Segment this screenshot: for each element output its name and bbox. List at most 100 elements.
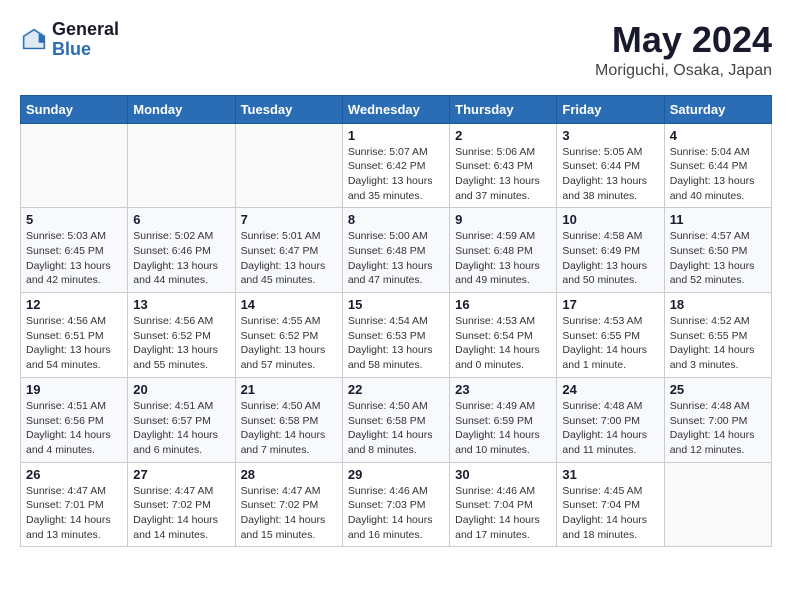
calendar-cell: 15 Sunrise: 4:54 AM Sunset: 6:53 PM Dayli… bbox=[342, 293, 449, 378]
day-info: Sunrise: 4:57 AM Sunset: 6:50 PM Dayligh… bbox=[670, 229, 766, 288]
day-number: 30 bbox=[455, 467, 551, 482]
day-number: 24 bbox=[562, 382, 658, 397]
logo-text: General Blue bbox=[52, 20, 119, 60]
day-info: Sunrise: 4:46 AM Sunset: 7:04 PM Dayligh… bbox=[455, 484, 551, 543]
calendar-cell: 9 Sunrise: 4:59 AM Sunset: 6:48 PM Daylig… bbox=[450, 208, 557, 293]
calendar-cell: 10 Sunrise: 4:58 AM Sunset: 6:49 PM Dayli… bbox=[557, 208, 664, 293]
day-number: 28 bbox=[241, 467, 337, 482]
day-number: 18 bbox=[670, 297, 766, 312]
calendar-cell bbox=[21, 123, 128, 208]
location: Moriguchi, Osaka, Japan bbox=[595, 62, 772, 80]
day-info: Sunrise: 4:51 AM Sunset: 6:57 PM Dayligh… bbox=[133, 399, 229, 458]
calendar-cell: 4 Sunrise: 5:04 AM Sunset: 6:44 PM Daylig… bbox=[664, 123, 771, 208]
calendar-cell: 17Sunrise: 4:53 AM Sunset: 6:55 PM Dayli… bbox=[557, 293, 664, 378]
calendar-cell: 2Sunrise: 5:06 AM Sunset: 6:43 PM Daylig… bbox=[450, 123, 557, 208]
day-info: Sunrise: 4:55 AM Sunset: 6:52 PM Dayligh… bbox=[241, 314, 337, 373]
day-number: 21 bbox=[241, 382, 337, 397]
day-number: 19 bbox=[26, 382, 122, 397]
calendar-cell: 27 Sunrise: 4:47 AM Sunset: 7:02 PM Dayli… bbox=[128, 462, 235, 547]
calendar-cell: 20 Sunrise: 4:51 AM Sunset: 6:57 PM Dayli… bbox=[128, 377, 235, 462]
logo-icon bbox=[20, 26, 48, 54]
day-of-week-header: Thursday bbox=[450, 95, 557, 123]
calendar-week-row: 12Sunrise: 4:56 AM Sunset: 6:51 PM Dayli… bbox=[21, 293, 772, 378]
day-info: Sunrise: 4:47 AM Sunset: 7:02 PM Dayligh… bbox=[133, 484, 229, 543]
day-info: Sunrise: 5:05 AM Sunset: 6:44 PM Dayligh… bbox=[562, 145, 658, 204]
day-of-week-header: Monday bbox=[128, 95, 235, 123]
day-number: 8 bbox=[348, 212, 444, 227]
day-number: 15 bbox=[348, 297, 444, 312]
calendar-cell: 3 Sunrise: 5:05 AM Sunset: 6:44 PM Daylig… bbox=[557, 123, 664, 208]
calendar-cell: 7 Sunrise: 5:01 AM Sunset: 6:47 PM Daylig… bbox=[235, 208, 342, 293]
calendar-cell: 1 Sunrise: 5:07 AM Sunset: 6:42 PM Daylig… bbox=[342, 123, 449, 208]
day-number: 1 bbox=[348, 128, 444, 143]
calendar-header-row: SundayMondayTuesdayWednesdayThursdayFrid… bbox=[21, 95, 772, 123]
calendar-cell: 13 Sunrise: 4:56 AM Sunset: 6:52 PM Dayli… bbox=[128, 293, 235, 378]
day-info: Sunrise: 5:02 AM Sunset: 6:46 PM Dayligh… bbox=[133, 229, 229, 288]
day-info: Sunrise: 4:59 AM Sunset: 6:48 PM Dayligh… bbox=[455, 229, 551, 288]
day-number: 27 bbox=[133, 467, 229, 482]
day-info: Sunrise: 4:52 AM Sunset: 6:55 PM Dayligh… bbox=[670, 314, 766, 373]
day-number: 10 bbox=[562, 212, 658, 227]
day-number: 14 bbox=[241, 297, 337, 312]
day-number: 12 bbox=[26, 297, 122, 312]
day-number: 6 bbox=[133, 212, 229, 227]
day-info: Sunrise: 5:07 AM Sunset: 6:42 PM Dayligh… bbox=[348, 145, 444, 204]
calendar-cell: 23 Sunrise: 4:49 AM Sunset: 6:59 PM Dayli… bbox=[450, 377, 557, 462]
calendar-cell: 28Sunrise: 4:47 AM Sunset: 7:02 PM Dayli… bbox=[235, 462, 342, 547]
day-number: 23 bbox=[455, 382, 551, 397]
calendar-cell bbox=[128, 123, 235, 208]
calendar-table: SundayMondayTuesdayWednesdayThursdayFrid… bbox=[20, 95, 772, 548]
day-number: 7 bbox=[241, 212, 337, 227]
title-section: May 2024 Moriguchi, Osaka, Japan bbox=[595, 20, 772, 80]
day-number: 25 bbox=[670, 382, 766, 397]
day-info: Sunrise: 4:50 AM Sunset: 6:58 PM Dayligh… bbox=[348, 399, 444, 458]
logo-blue-text: Blue bbox=[52, 40, 119, 60]
calendar-cell bbox=[235, 123, 342, 208]
day-of-week-header: Sunday bbox=[21, 95, 128, 123]
day-number: 4 bbox=[670, 128, 766, 143]
calendar-cell: 25 Sunrise: 4:48 AM Sunset: 7:00 PM Dayli… bbox=[664, 377, 771, 462]
calendar-week-row: 1 Sunrise: 5:07 AM Sunset: 6:42 PM Daylig… bbox=[21, 123, 772, 208]
day-info: Sunrise: 5:04 AM Sunset: 6:44 PM Dayligh… bbox=[670, 145, 766, 204]
day-info: Sunrise: 4:46 AM Sunset: 7:03 PM Dayligh… bbox=[348, 484, 444, 543]
calendar-cell: 31 Sunrise: 4:45 AM Sunset: 7:04 PM Dayli… bbox=[557, 462, 664, 547]
day-number: 29 bbox=[348, 467, 444, 482]
calendar-cell: 19 Sunrise: 4:51 AM Sunset: 6:56 PM Dayli… bbox=[21, 377, 128, 462]
day-info: Sunrise: 4:51 AM Sunset: 6:56 PM Dayligh… bbox=[26, 399, 122, 458]
day-of-week-header: Wednesday bbox=[342, 95, 449, 123]
day-info: Sunrise: 4:47 AM Sunset: 7:01 PM Dayligh… bbox=[26, 484, 122, 543]
calendar-cell: 6 Sunrise: 5:02 AM Sunset: 6:46 PM Daylig… bbox=[128, 208, 235, 293]
month-title: May 2024 bbox=[595, 20, 772, 60]
day-info: Sunrise: 4:58 AM Sunset: 6:49 PM Dayligh… bbox=[562, 229, 658, 288]
calendar-cell: 26 Sunrise: 4:47 AM Sunset: 7:01 PM Dayli… bbox=[21, 462, 128, 547]
day-number: 5 bbox=[26, 212, 122, 227]
calendar-cell: 30 Sunrise: 4:46 AM Sunset: 7:04 PM Dayli… bbox=[450, 462, 557, 547]
day-info: Sunrise: 4:53 AM Sunset: 6:54 PM Dayligh… bbox=[455, 314, 551, 373]
day-number: 9 bbox=[455, 212, 551, 227]
day-number: 3 bbox=[562, 128, 658, 143]
day-number: 20 bbox=[133, 382, 229, 397]
calendar-cell bbox=[664, 462, 771, 547]
logo-general-text: General bbox=[52, 20, 119, 40]
calendar-week-row: 5Sunrise: 5:03 AM Sunset: 6:45 PM Daylig… bbox=[21, 208, 772, 293]
day-of-week-header: Tuesday bbox=[235, 95, 342, 123]
day-number: 11 bbox=[670, 212, 766, 227]
day-of-week-header: Saturday bbox=[664, 95, 771, 123]
calendar-cell: 21Sunrise: 4:50 AM Sunset: 6:58 PM Dayli… bbox=[235, 377, 342, 462]
day-number: 13 bbox=[133, 297, 229, 312]
day-info: Sunrise: 4:56 AM Sunset: 6:52 PM Dayligh… bbox=[133, 314, 229, 373]
day-info: Sunrise: 5:01 AM Sunset: 6:47 PM Dayligh… bbox=[241, 229, 337, 288]
calendar-cell: 22Sunrise: 4:50 AM Sunset: 6:58 PM Dayli… bbox=[342, 377, 449, 462]
day-info: Sunrise: 4:45 AM Sunset: 7:04 PM Dayligh… bbox=[562, 484, 658, 543]
calendar-cell: 24Sunrise: 4:48 AM Sunset: 7:00 PM Dayli… bbox=[557, 377, 664, 462]
day-info: Sunrise: 4:49 AM Sunset: 6:59 PM Dayligh… bbox=[455, 399, 551, 458]
day-info: Sunrise: 4:54 AM Sunset: 6:53 PM Dayligh… bbox=[348, 314, 444, 373]
day-number: 31 bbox=[562, 467, 658, 482]
calendar-cell: 14 Sunrise: 4:55 AM Sunset: 6:52 PM Dayli… bbox=[235, 293, 342, 378]
day-info: Sunrise: 4:48 AM Sunset: 7:00 PM Dayligh… bbox=[670, 399, 766, 458]
day-number: 26 bbox=[26, 467, 122, 482]
day-info: Sunrise: 5:00 AM Sunset: 6:48 PM Dayligh… bbox=[348, 229, 444, 288]
day-number: 2 bbox=[455, 128, 551, 143]
logo: General Blue bbox=[20, 20, 119, 60]
calendar-cell: 16Sunrise: 4:53 AM Sunset: 6:54 PM Dayli… bbox=[450, 293, 557, 378]
